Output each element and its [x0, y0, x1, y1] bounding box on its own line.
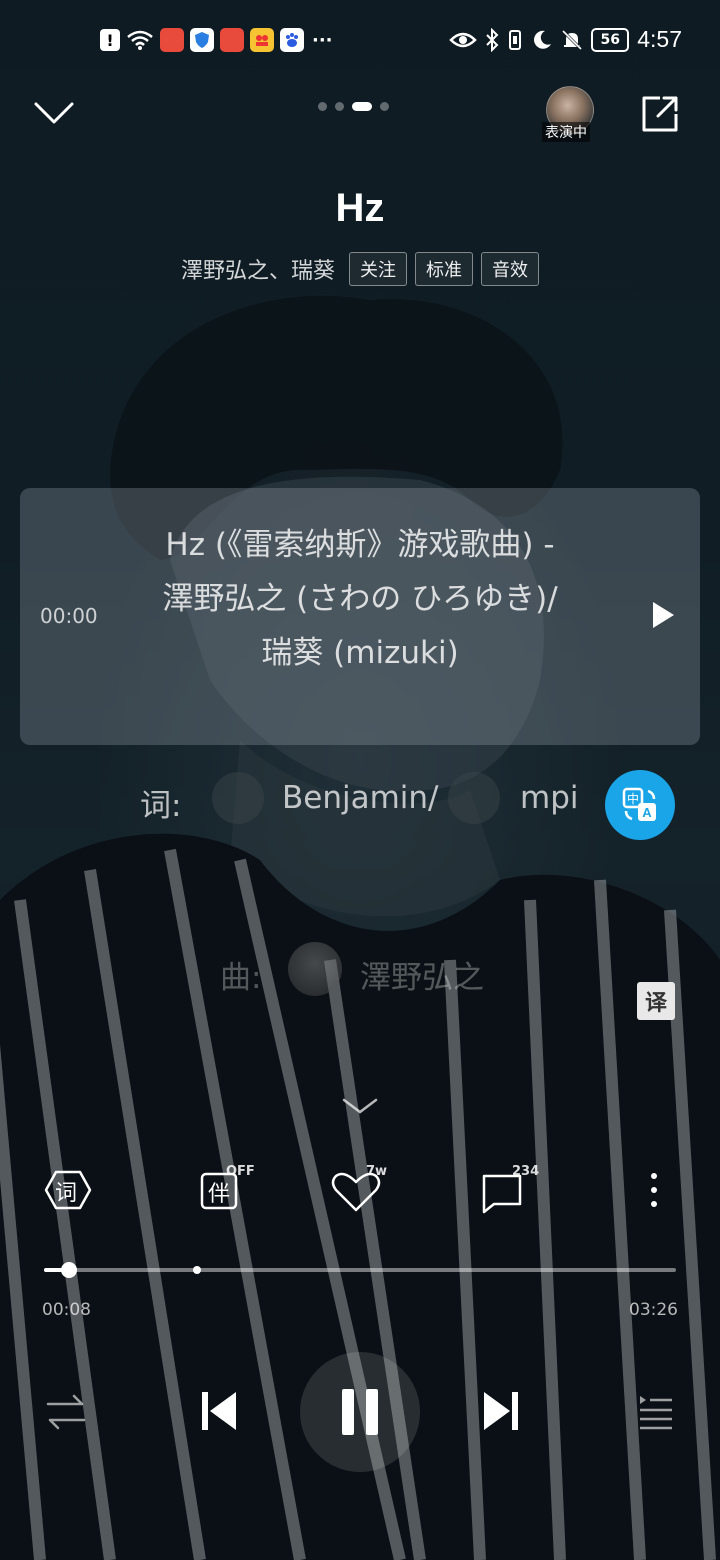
more-notifications-indicator: ···: [312, 29, 333, 51]
moon-icon: [534, 30, 552, 49]
player-screen: ! ··· 56 4:57 表演中 Hz 澤野弘之、瑞葵 关注 标准 音效 00…: [0, 0, 720, 1560]
video-app-icon: [250, 28, 274, 52]
pause-icon: [342, 1389, 378, 1435]
huawei-app-icon-2: [220, 28, 244, 52]
lyricist-avatar[interactable]: [212, 772, 264, 824]
like-button[interactable]: 7w: [326, 1160, 388, 1220]
svg-text:A: A: [642, 805, 652, 820]
expand-chevron-icon[interactable]: [342, 1096, 378, 1116]
composer-name: 澤野弘之: [360, 960, 484, 996]
composer-avatar[interactable]: [288, 942, 342, 996]
comment-count-badge: 234: [512, 1164, 540, 1179]
player-top-bar: 表演中: [0, 80, 720, 150]
lyricist-name-a: Benjamin/: [282, 780, 439, 816]
wifi-icon: [127, 30, 153, 50]
accompaniment-off-badge: OFF: [226, 1164, 255, 1179]
battery-indicator: 56: [591, 27, 630, 52]
lyric-translate-button[interactable]: 中 A: [605, 770, 675, 840]
follow-button[interactable]: 关注: [349, 252, 407, 286]
lyric-card-time: 00:00: [40, 604, 98, 628]
pause-button[interactable]: [300, 1352, 420, 1472]
alert-icon: !: [100, 29, 120, 51]
translation-toggle-button[interactable]: 译: [637, 982, 675, 1020]
comment-button[interactable]: 234: [472, 1160, 539, 1220]
lyric-card-line: 澤野弘之 (さわの ひろゆき)/: [162, 581, 558, 617]
huawei-app-icon: [160, 28, 184, 52]
next-track-icon[interactable]: [480, 1388, 522, 1434]
bluetooth-icon: [486, 27, 499, 52]
shield-app-icon: [190, 28, 214, 52]
mute-bell-icon: [562, 29, 583, 50]
performing-tag: 表演中: [542, 122, 590, 142]
collapse-chevron-icon[interactable]: [32, 94, 76, 130]
lyric-card-line: 瑞葵 (mizuki): [261, 635, 459, 671]
page-dot: [380, 102, 389, 111]
performer-avatar-button[interactable]: 表演中: [542, 86, 596, 146]
battery-level: 56: [600, 31, 620, 48]
composer-prefix: 曲:: [220, 960, 262, 996]
progress-thumb[interactable]: [60, 1262, 77, 1278]
like-count-badge: 7w: [366, 1164, 388, 1179]
elapsed-time: 00:08: [42, 1300, 91, 1320]
playback-progress-bar[interactable]: [44, 1262, 676, 1278]
transport-controls: [0, 1350, 720, 1472]
status-time: 4:57: [637, 26, 682, 52]
translate-icon: 中 A: [622, 787, 656, 821]
lyricist-prefix: 词:: [140, 788, 182, 824]
page-dot: [335, 102, 344, 111]
song-meta: 澤野弘之、瑞葵 关注 标准 音效: [0, 252, 720, 286]
page-dot: [318, 102, 327, 111]
share-icon[interactable]: [640, 94, 680, 134]
page-dot-active: [352, 102, 372, 111]
more-vertical-icon: [651, 1173, 657, 1207]
eye-icon: [449, 32, 478, 47]
lyricist-name-b: mpi: [520, 780, 579, 816]
lyrics-poster-button[interactable]: 词: [38, 1160, 98, 1220]
lyric-card-text: Hz (《雷索纳斯》游戏歌曲) - 澤野弘之 (さわの ひろゆき)/ 瑞葵 (m…: [110, 518, 610, 680]
current-lyric-card[interactable]: 00:00 Hz (《雷索纳斯》游戏歌曲) - 澤野弘之 (さわの ひろゆき)/…: [20, 488, 700, 745]
previous-track-icon[interactable]: [198, 1388, 240, 1434]
action-row: 词 伴 OFF 7w 234: [0, 1160, 720, 1220]
play-mode-icon[interactable]: [44, 1392, 88, 1432]
lyrics-label: 词: [55, 1181, 78, 1206]
playlist-icon[interactable]: [636, 1392, 676, 1432]
progress-marker: [193, 1266, 201, 1274]
lyric-card-line: Hz (《雷索纳斯》游戏歌曲) -: [165, 527, 555, 563]
more-options-button[interactable]: [624, 1160, 684, 1220]
status-bar-right: 56 4:57: [449, 26, 682, 53]
lyricist-avatar-2[interactable]: [448, 772, 500, 824]
baidu-app-icon: [280, 28, 304, 52]
vibrate-icon: [509, 29, 522, 50]
accompaniment-label: 伴: [208, 1182, 231, 1207]
accompaniment-button[interactable]: 伴 OFF: [190, 1160, 255, 1220]
artist-names[interactable]: 澤野弘之、瑞葵: [181, 253, 335, 285]
svg-text:中: 中: [627, 791, 639, 806]
play-from-line-icon[interactable]: [650, 600, 676, 630]
status-bar: ! ··· 56 4:57: [0, 22, 720, 62]
page-indicator[interactable]: [318, 102, 389, 111]
song-title: Hz: [335, 186, 385, 230]
total-duration: 03:26: [629, 1300, 678, 1320]
quality-button[interactable]: 标准: [415, 252, 473, 286]
status-bar-left: ! ···: [100, 28, 333, 52]
sound-effect-button[interactable]: 音效: [481, 252, 539, 286]
